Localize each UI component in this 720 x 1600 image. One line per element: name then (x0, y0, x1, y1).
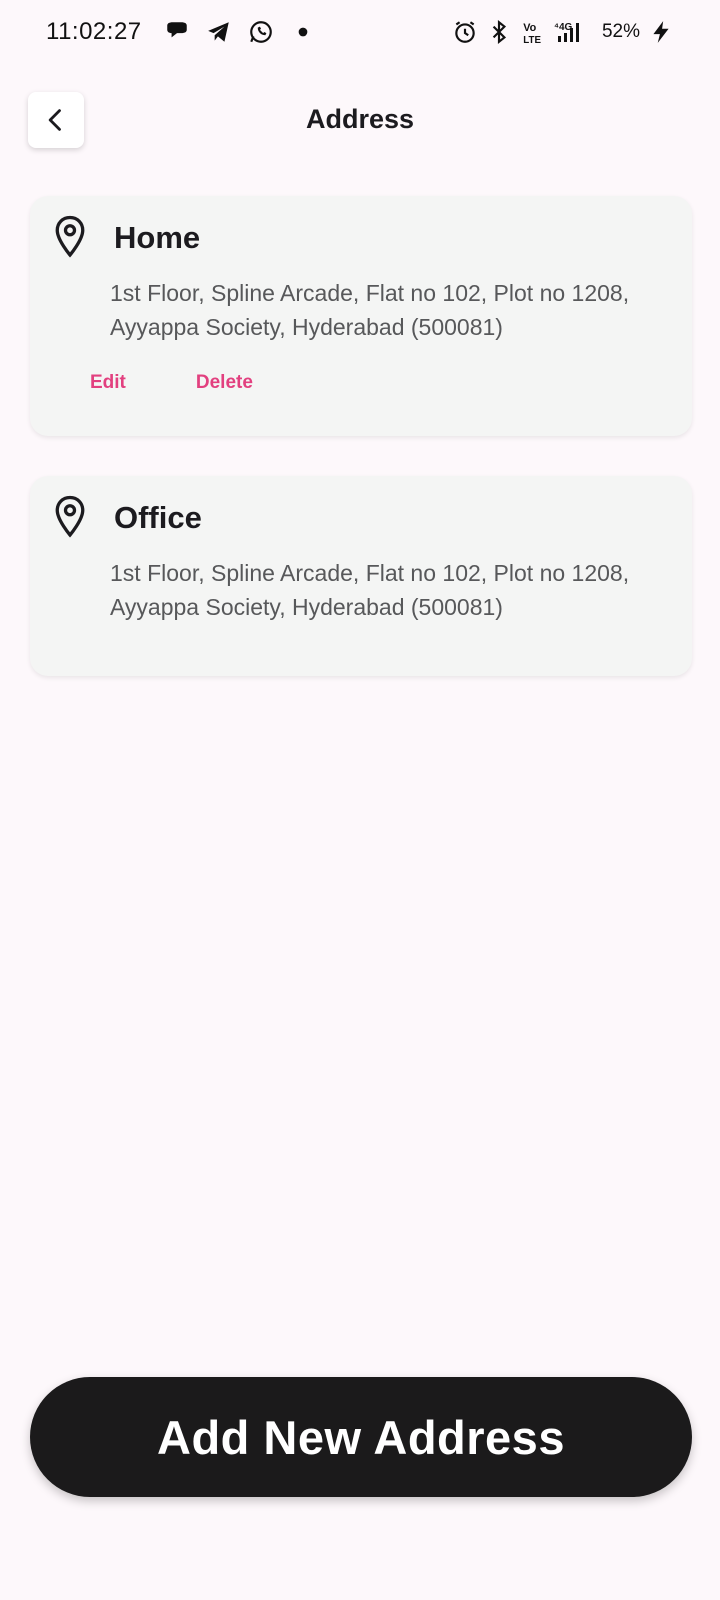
telegram-icon (206, 19, 232, 45)
address-text: 1st Floor, Spline Arcade, Flat no 102, P… (110, 280, 630, 340)
address-name: Home (114, 220, 201, 255)
location-pin-icon (55, 495, 85, 538)
svg-text:LTE: LTE (523, 35, 541, 45)
address-actions: Edit Delete (90, 372, 253, 394)
signal-icon: ⁴4G (554, 19, 594, 45)
alarm-icon (452, 19, 478, 45)
delete-button[interactable]: Delete (196, 372, 253, 394)
location-pin-icon (55, 215, 85, 258)
whatsapp-icon (248, 19, 274, 45)
bluetooth-icon (486, 19, 512, 45)
status-bar: 11:02:27 Vo LTE ⁴4G 52% (0, 0, 720, 64)
edit-button[interactable]: Edit (90, 372, 126, 394)
address-card-home[interactable]: Home 1st Floor, Spline Arcade, Flat no 1… (30, 196, 692, 436)
charging-bolt-icon (648, 19, 674, 45)
notification-dot-icon (290, 19, 316, 45)
status-right: Vo LTE ⁴4G 52% (452, 19, 674, 45)
battery-percentage: 52% (601, 21, 640, 42)
svg-text:⁴4G: ⁴4G (554, 22, 573, 33)
address-name: Office (114, 500, 202, 535)
svg-text:Vo: Vo (523, 22, 536, 34)
address-card-office[interactable]: Office 1st Floor, Spline Arcade, Flat no… (30, 476, 692, 676)
address-text: 1st Floor, Spline Arcade, Flat no 102, P… (110, 560, 630, 620)
page-title: Address (305, 104, 415, 134)
chat-bubble-icon (164, 19, 190, 45)
address-screen: 11:02:27 Vo LTE ⁴4G 52% Address Home 1st… (0, 0, 720, 1600)
status-left: 11:02:27 (46, 18, 316, 46)
status-time: 11:02:27 (46, 18, 142, 45)
volte-icon: Vo LTE (520, 19, 546, 45)
app-header: Address (0, 88, 720, 148)
add-new-address-button[interactable]: Add New Address (30, 1377, 692, 1497)
